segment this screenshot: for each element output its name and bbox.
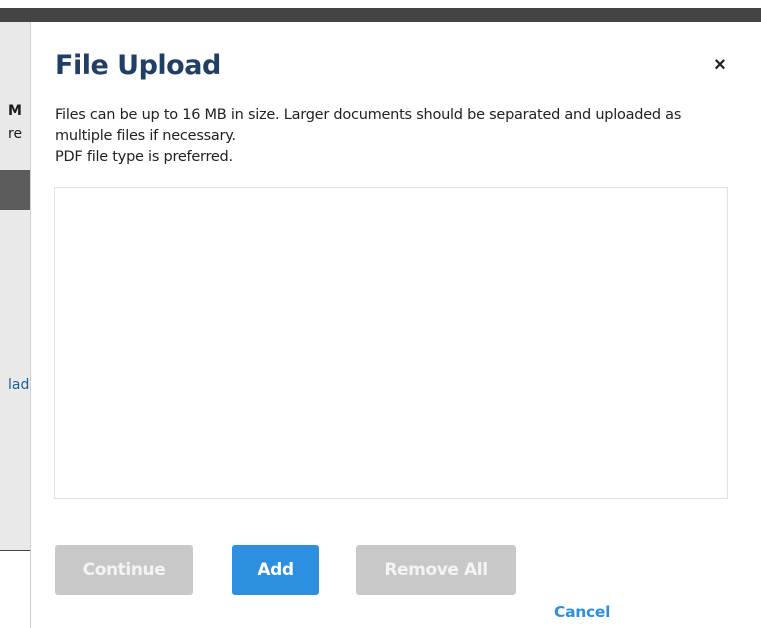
dialog-title: File Upload: [55, 50, 221, 81]
background-content-strip: [0, 22, 30, 550]
file-type-text: PDF file type is preferred.: [55, 149, 233, 165]
upload-instructions: Files can be up to 16 MB in size. Larger…: [55, 105, 735, 168]
close-icon[interactable]: ×: [706, 51, 734, 79]
remove-all-button[interactable]: Remove All: [356, 545, 516, 595]
background-link-fragment: lad: [8, 377, 30, 393]
cancel-link[interactable]: Cancel: [554, 603, 610, 621]
file-list-area[interactable]: [54, 187, 728, 499]
continue-button[interactable]: Continue: [55, 545, 193, 595]
background-text-fragment: M: [8, 103, 22, 119]
background-text-fragment: re: [8, 126, 23, 142]
size-limit-text: Files can be up to 16 MB in size. Larger…: [55, 107, 682, 144]
file-upload-dialog: File Upload × Files can be up to 16 MB i…: [30, 22, 761, 628]
screen: M re lad File Upload × Files can be up t…: [0, 0, 761, 628]
add-button[interactable]: Add: [232, 545, 319, 595]
background-header-band: [0, 170, 30, 210]
